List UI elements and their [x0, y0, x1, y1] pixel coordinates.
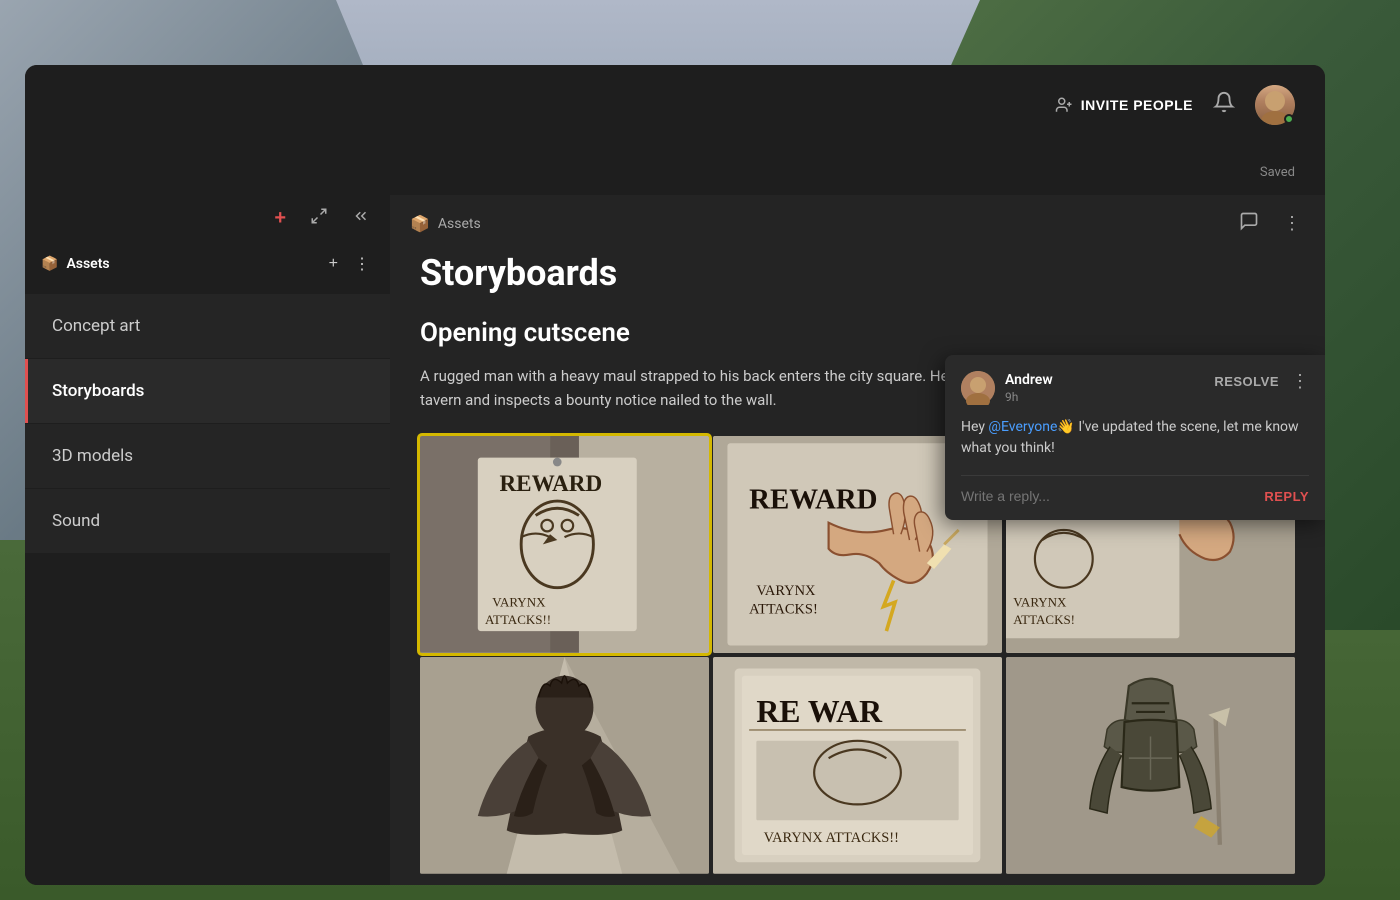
main-toolbar: 📦 Assets ⋮ — [390, 195, 1325, 252]
section-more-button[interactable]: ⋮ — [350, 250, 374, 278]
collapse-icon — [352, 207, 370, 225]
sidebar-item-concept-art[interactable]: Concept art — [25, 294, 390, 358]
more-icon: ⋮ — [1291, 371, 1309, 391]
storyboard-image-5[interactable]: RE WAR D VARYNX ATTACKS!! — [713, 657, 1002, 874]
comment-body: Hey @Everyone👋 I've updated the scene, l… — [961, 417, 1309, 459]
breadcrumb-label: Assets — [438, 216, 481, 232]
storyboard-image-6[interactable] — [1006, 657, 1295, 874]
comment-button[interactable] — [1235, 207, 1263, 240]
section-heading: Opening cutscene — [420, 318, 1295, 348]
comment-user-info: Andrew 9h — [961, 371, 1053, 405]
storyboard-image-1[interactable]: REWARD VARYNX — [420, 436, 709, 653]
resolve-button[interactable]: RESOLVE — [1214, 374, 1279, 389]
svg-text:VARYNX ATTACKS!!: VARYNX ATTACKS!! — [764, 830, 899, 846]
svg-text:VARYNX: VARYNX — [756, 583, 816, 599]
comment-header: Andrew 9h RESOLVE ⋮ — [961, 371, 1309, 405]
comment-more-button[interactable]: ⋮ — [1291, 371, 1309, 392]
sidebar-item-sound[interactable]: Sound — [25, 489, 390, 553]
comment-reply-area: REPLY — [961, 475, 1309, 504]
app-window: INVITE PEOPLE — [25, 65, 1325, 885]
comment-mention: @Everyone — [988, 419, 1057, 435]
storyboard-grid-row2: RE WAR D VARYNX ATTACKS!! — [420, 657, 1295, 874]
sidebar-item-3d-models[interactable]: 3D models — [25, 424, 390, 488]
svg-text:ATTACKS!: ATTACKS! — [1013, 612, 1075, 627]
section-title: 📦 Assets — [41, 256, 110, 272]
section-actions: + ⋮ — [325, 250, 374, 278]
expand-icon — [310, 207, 328, 225]
comment-icon — [1239, 211, 1259, 231]
invite-people-button[interactable]: INVITE PEOPLE — [1055, 96, 1193, 114]
comment-time: 9h — [1005, 390, 1053, 404]
comment-panel: Andrew 9h RESOLVE ⋮ Hey @Everyone👋 I've … — [945, 355, 1325, 520]
svg-text:ATTACKS!!: ATTACKS!! — [485, 612, 551, 627]
expand-button[interactable] — [306, 203, 332, 234]
more-options-button[interactable]: ⋮ — [1279, 209, 1305, 238]
svg-text:VARYNX: VARYNX — [492, 595, 546, 610]
collapse-button[interactable] — [348, 203, 374, 234]
comment-actions: RESOLVE ⋮ — [1214, 371, 1309, 392]
add-button[interactable]: + — [270, 203, 290, 234]
sidebar-item-label: 3D models — [52, 446, 133, 466]
sidebar-nav: Concept art Storyboards 3D models Sound — [25, 294, 390, 885]
page-title: Storyboards — [420, 252, 1295, 294]
bell-icon — [1213, 91, 1235, 113]
sidebar-item-label: Sound — [52, 511, 100, 531]
sidebar-item-label: Concept art — [52, 316, 140, 336]
page-content: Storyboards Opening cutscene A rugged ma… — [390, 252, 1325, 885]
comment-avatar — [961, 371, 995, 405]
section-title-label: Assets — [66, 256, 109, 272]
invite-people-label: INVITE PEOPLE — [1081, 97, 1193, 113]
online-indicator — [1284, 114, 1294, 124]
comment-user-meta: Andrew 9h — [1005, 372, 1053, 404]
ellipsis-icon: ⋮ — [1283, 213, 1301, 233]
sidebar-toolbar: + — [25, 195, 390, 242]
section-add-button[interactable]: + — [325, 251, 342, 277]
sidebar-item-label: Storyboards — [52, 381, 144, 401]
saved-label: Saved — [1260, 165, 1295, 180]
svg-text:VARYNX: VARYNX — [1013, 595, 1067, 610]
section-icon: 📦 — [41, 256, 58, 272]
breadcrumb-icon: 📦 — [410, 214, 430, 233]
main-toolbar-actions: ⋮ — [1235, 207, 1305, 240]
storyboard-image-4[interactable] — [420, 657, 709, 874]
svg-text:REWARD: REWARD — [749, 483, 877, 515]
comment-text-start: Hey — [961, 419, 988, 435]
main-content: 📦 Assets ⋮ Storyboards Open — [390, 195, 1325, 885]
sidebar-section-header: 📦 Assets + ⋮ — [25, 242, 390, 286]
sidebar-item-storyboards[interactable]: Storyboards — [25, 359, 390, 423]
svg-text:RE WAR: RE WAR — [756, 694, 883, 729]
svg-text:ATTACKS!: ATTACKS! — [749, 602, 818, 618]
breadcrumb: 📦 Assets — [410, 214, 481, 233]
reply-button[interactable]: REPLY — [1264, 489, 1309, 504]
invite-icon — [1055, 96, 1073, 114]
comment-username: Andrew — [1005, 372, 1053, 388]
notification-button[interactable] — [1213, 91, 1235, 119]
top-bar: INVITE PEOPLE — [25, 65, 1325, 195]
user-avatar-container[interactable] — [1255, 85, 1295, 125]
top-bar-actions: INVITE PEOPLE — [1055, 85, 1295, 125]
svg-text:REWARD: REWARD — [499, 471, 602, 497]
reply-input[interactable] — [961, 488, 1264, 504]
content-area: + — [25, 195, 1325, 885]
sidebar: + — [25, 195, 390, 885]
